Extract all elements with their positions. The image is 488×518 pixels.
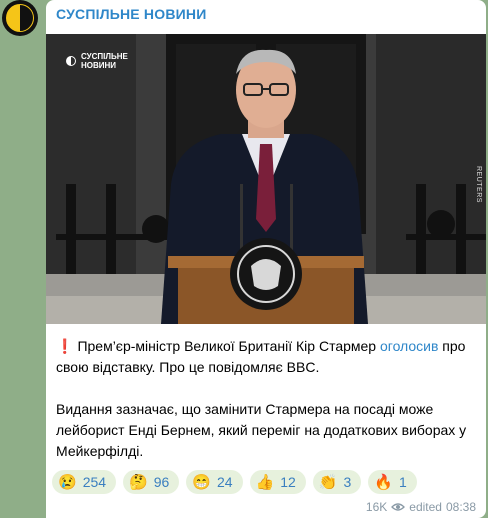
suspilne-logo-icon (6, 4, 34, 32)
clapping-hands-icon: 👏 (318, 473, 338, 491)
crying-face-icon: 😢 (58, 473, 77, 491)
reaction-fire[interactable]: 🔥 1 (368, 470, 417, 494)
photo-credit: REUTERS (475, 166, 482, 203)
reaction-thumbs-up[interactable]: 👍 12 (249, 470, 306, 494)
eye-icon (391, 503, 406, 511)
reaction-count: 1 (399, 474, 407, 490)
reaction-grinning[interactable]: 😁 24 (186, 470, 243, 494)
reaction-count: 24 (217, 474, 233, 490)
reaction-count: 254 (82, 474, 107, 490)
news-photo-image (46, 34, 486, 324)
message-text: ❗ Прем’єр-міністр Великої Британії Кір Ст… (56, 336, 480, 483)
reaction-count: 3 (343, 474, 352, 490)
reaction-thinking[interactable]: 🤔 96 (123, 470, 180, 494)
thumbs-up-icon: 👍 (255, 473, 275, 491)
message-bubble: СУСПІЛЬНЕ НОВИНИ СУСПІЛЬНЕ НОВИНИ REUTER… (46, 0, 486, 518)
channel-name[interactable]: СУСПІЛЬНЕ НОВИНИ (56, 6, 206, 22)
message-paragraph: Видання зазначає, що замінити Стармера н… (56, 401, 467, 459)
message-time: 08:38 (445, 500, 476, 514)
fire-icon: 🔥 (374, 473, 394, 491)
view-count: 16K (365, 500, 388, 514)
suspilne-watermark: СУСПІЛЬНЕ НОВИНИ (66, 52, 128, 70)
source-link[interactable]: оголосив (380, 338, 438, 354)
reaction-clapping[interactable]: 👏 3 (312, 470, 362, 494)
paragraph-text: Прем’єр-міністр Великої Британії Кір Ста… (77, 338, 380, 354)
thinking-face-icon: 🤔 (129, 473, 148, 491)
suspilne-logo-icon (66, 56, 76, 66)
reaction-crying[interactable]: 😢 254 (52, 470, 117, 494)
reaction-count: 96 (153, 474, 170, 490)
watermark-text: СУСПІЛЬНЕ НОВИНИ (81, 52, 128, 70)
message-meta: 16K edited 08:38 (366, 500, 476, 514)
edited-label: edited (409, 500, 442, 514)
message-photo[interactable]: СУСПІЛЬНЕ НОВИНИ REUTERS (46, 34, 486, 324)
exclamation-icon: ❗ (56, 338, 74, 354)
message-paragraph: ❗ Прем’єр-міністр Великої Британії Кір Ст… (56, 336, 480, 378)
reactions-bar: 😢 254 🤔 96 😁 24 👍 12 👏 3 🔥 1 (52, 470, 417, 494)
reaction-count: 12 (280, 474, 296, 490)
channel-avatar[interactable] (2, 0, 38, 36)
grinning-face-icon: 😁 (192, 473, 211, 491)
